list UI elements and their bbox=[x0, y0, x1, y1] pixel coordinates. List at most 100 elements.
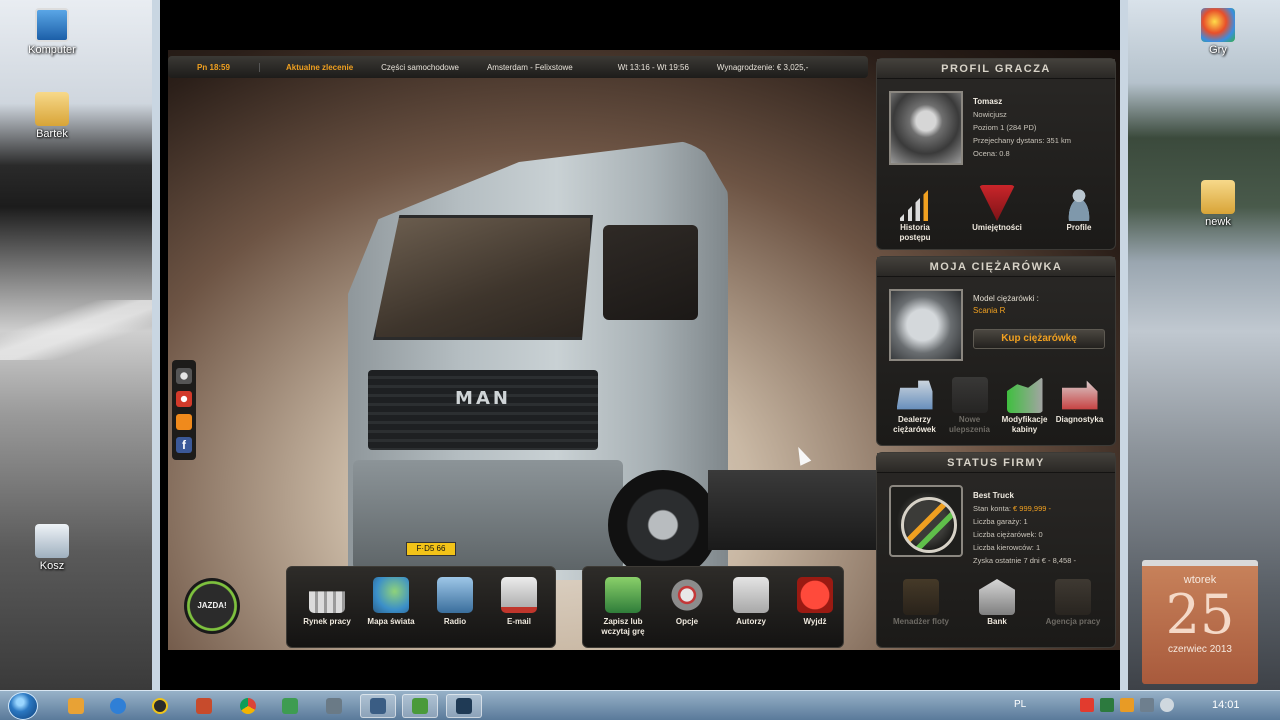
panel-title: PROFIL GRACZA bbox=[877, 59, 1115, 79]
button-label: Agencja pracy bbox=[1045, 617, 1101, 626]
player-portrait[interactable] bbox=[889, 91, 963, 165]
progress-history-button[interactable]: Historia postępu bbox=[887, 185, 943, 243]
tray-app-icon[interactable] bbox=[1120, 698, 1134, 712]
button-label: Mapa świata bbox=[367, 617, 415, 626]
bank-button[interactable]: Bank bbox=[969, 579, 1025, 627]
tray-app-icon[interactable] bbox=[1080, 698, 1094, 712]
globe-icon bbox=[373, 577, 409, 613]
cabin-mods-button[interactable]: Modyfikacje kabiny bbox=[997, 377, 1052, 435]
taskbar-media-player[interactable] bbox=[58, 694, 94, 718]
network-icon[interactable] bbox=[1140, 698, 1154, 712]
desktop-icon-label: Kosz bbox=[39, 560, 65, 572]
app-icon bbox=[326, 698, 342, 714]
desktop-icon-label: Komputer bbox=[28, 44, 76, 56]
blogger-icon[interactable] bbox=[176, 413, 192, 430]
player-stats: Tomasz Nowicjusz Poziom 1 (284 PD) Przej… bbox=[973, 95, 1071, 160]
taskbar-app-2[interactable] bbox=[100, 694, 136, 718]
desktop-icon-folder-newk[interactable]: newk bbox=[1178, 180, 1258, 228]
power-icon bbox=[797, 577, 833, 613]
tray-app-icon[interactable] bbox=[1100, 698, 1114, 712]
new-upgrades-button[interactable]: Nowe ulepszenia bbox=[942, 377, 997, 435]
button-label: Nowe ulepszenia bbox=[949, 415, 990, 434]
calendar-month: czerwiec 2013 bbox=[1168, 644, 1232, 655]
options-button[interactable]: Opcje bbox=[655, 577, 719, 637]
diagnostics-icon bbox=[1061, 380, 1098, 410]
desktop-icon-label: newk bbox=[1205, 216, 1231, 228]
diagnostics-button[interactable]: Diagnostyka bbox=[1052, 377, 1107, 435]
skills-button[interactable]: Umiejętności bbox=[969, 185, 1025, 243]
radio-icon bbox=[437, 577, 473, 613]
app-icon bbox=[412, 698, 428, 714]
app-icon bbox=[152, 698, 168, 714]
steam-icon[interactable] bbox=[176, 367, 192, 384]
truck-thumbnail bbox=[889, 289, 963, 361]
taskbar-app-6[interactable] bbox=[272, 694, 308, 718]
button-label: Wyjdź bbox=[803, 617, 827, 626]
calendar-gadget[interactable]: wtorek 25 czerwiec 2013 bbox=[1142, 560, 1258, 684]
email-button[interactable]: E-mail bbox=[487, 577, 551, 627]
upgrades-icon bbox=[951, 377, 988, 413]
taskbar-app-9[interactable] bbox=[402, 694, 438, 718]
button-label: Umiejętności bbox=[972, 223, 1022, 232]
button-label: Menadżer floty bbox=[893, 617, 950, 626]
desktop-icon-recycle-bin[interactable]: Kosz bbox=[12, 524, 92, 572]
taskbar-app-7[interactable] bbox=[316, 694, 352, 718]
language-indicator[interactable]: PL bbox=[1014, 699, 1026, 710]
taskbar-app-4[interactable] bbox=[186, 694, 222, 718]
taskbar-chrome[interactable] bbox=[230, 694, 266, 718]
company-stats: Best Truck Stan konta: € 999,999 - Liczb… bbox=[973, 489, 1076, 567]
taskbar-clock[interactable]: 14:01 bbox=[1212, 699, 1240, 711]
credits-button[interactable]: Autorzy bbox=[719, 577, 783, 637]
job-agency-icon bbox=[1055, 579, 1091, 615]
scs-software-icon[interactable] bbox=[176, 390, 192, 407]
app-icon bbox=[196, 698, 212, 714]
fleet-manager-button[interactable]: Menadżer floty bbox=[893, 579, 949, 627]
truck-model-label: Model ciężarówki : bbox=[973, 294, 1039, 303]
button-label: Modyfikacje kabiny bbox=[1001, 415, 1048, 434]
player-level: Poziom 1 (284 PD) bbox=[973, 123, 1037, 132]
game-clock: Pn 18:59 bbox=[168, 62, 260, 72]
company-status-panel: STATUS FIRMY Best Truck Stan konta: € 99… bbox=[876, 452, 1116, 648]
route: Amsterdam - Felixstowe bbox=[486, 62, 573, 72]
computer-icon bbox=[35, 8, 69, 42]
world-map-button[interactable]: Mapa świata bbox=[359, 577, 423, 627]
button-label: Diagnostyka bbox=[1055, 415, 1104, 424]
gear-icon bbox=[669, 577, 705, 613]
weekly-profit: Zyska ostatnie 7 dni € - 8,458 - bbox=[973, 556, 1076, 565]
radio-button[interactable]: Radio bbox=[423, 577, 487, 627]
app-icon bbox=[282, 698, 298, 714]
buy-truck-button[interactable]: Kup ciężarówkę bbox=[973, 329, 1105, 349]
games-icon bbox=[1201, 8, 1235, 42]
desktop-icon-user-folder[interactable]: Bartek bbox=[12, 92, 92, 140]
button-label: Profile bbox=[1066, 223, 1092, 232]
truck-model-info: Model ciężarówki : Scania R bbox=[973, 293, 1039, 317]
job-market-button[interactable]: Rynek pracy bbox=[295, 577, 359, 627]
bank-icon bbox=[979, 579, 1015, 615]
desktop-icon-games[interactable]: Gry bbox=[1178, 8, 1258, 56]
company-balance: Stan konta: € 999,999 - bbox=[973, 502, 1076, 515]
game-icon bbox=[456, 698, 472, 714]
player-rank: Nowicjusz bbox=[973, 110, 1007, 119]
taskbar-game[interactable] bbox=[446, 694, 482, 718]
truck-dealers-button[interactable]: Dealerzy ciężarówek bbox=[887, 377, 942, 435]
volume-icon[interactable] bbox=[1160, 698, 1174, 712]
button-label: E-mail bbox=[506, 617, 531, 626]
facebook-icon[interactable]: f bbox=[176, 436, 192, 453]
job-agency-button[interactable]: Agencja pracy bbox=[1045, 579, 1101, 627]
recycle-bin-icon bbox=[35, 524, 69, 558]
taskbar-app-8[interactable] bbox=[360, 694, 396, 718]
taskbar-app-3[interactable] bbox=[142, 694, 178, 718]
save-load-button[interactable]: Zapisz lub wczytaj grę bbox=[591, 577, 655, 637]
exit-button[interactable]: Wyjdź bbox=[783, 577, 847, 637]
main-menu-dock-right: Zapisz lub wczytaj grę Opcje Autorzy Wyj… bbox=[582, 566, 844, 648]
drive-button[interactable]: JAZDA! bbox=[184, 578, 240, 634]
player-rating: Ocena: 0.8 bbox=[973, 149, 1010, 158]
button-label: Radio bbox=[443, 617, 467, 626]
cargo-name: Części samochodowe bbox=[381, 62, 459, 72]
social-links-strip: f bbox=[172, 360, 196, 460]
current-order-label[interactable]: Aktualne zlecenie bbox=[286, 63, 353, 72]
user-profile-icon bbox=[1061, 185, 1097, 221]
desktop-icon-computer[interactable]: Komputer bbox=[12, 8, 92, 56]
start-button[interactable] bbox=[8, 692, 38, 720]
profiles-button[interactable]: Profile bbox=[1051, 185, 1107, 243]
